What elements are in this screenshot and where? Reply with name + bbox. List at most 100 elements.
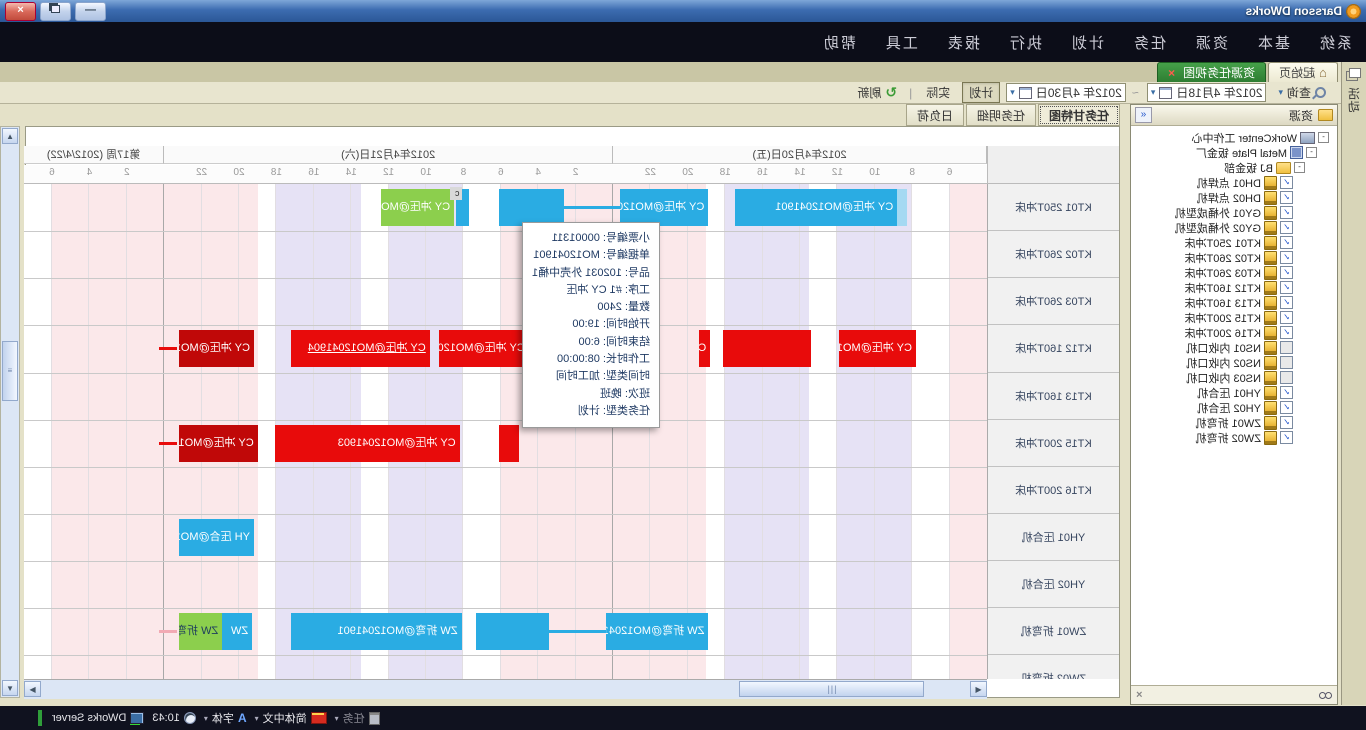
- date-to-field[interactable]: 2012年 4月30日 ▾: [1006, 83, 1126, 102]
- tree-checkbox[interactable]: ✓: [1280, 311, 1293, 324]
- task-bar-ZW01[interactable]: ZW: [222, 613, 252, 650]
- tree-checkbox[interactable]: ✓: [1280, 206, 1293, 219]
- task-bar-KT01[interactable]: CY 冲压@MO12041902: [381, 189, 454, 226]
- menu-item-系统[interactable]: 系统: [1304, 32, 1366, 53]
- panel-collapse-button[interactable]: «: [1135, 107, 1152, 123]
- tree-checkbox[interactable]: ✓: [1280, 176, 1293, 189]
- chevron-down-icon[interactable]: ▾: [1010, 87, 1015, 98]
- task-bar-KT15[interactable]: CY 冲压@MO12041903: [275, 425, 460, 462]
- tree-checkbox[interactable]: ✓: [1280, 236, 1293, 249]
- tree-item-KT03[interactable]: ✓KT03 260T冲床: [1131, 265, 1337, 280]
- menu-item-工具[interactable]: 工具: [870, 32, 932, 53]
- tree-item-KT15[interactable]: ✓KT15 200T冲床: [1131, 310, 1337, 325]
- tree-item-NS01[interactable]: NS01 内收口机: [1131, 340, 1337, 355]
- tree-checkbox[interactable]: [1280, 371, 1293, 384]
- scroll-down-arrow-icon[interactable]: ▼: [2, 680, 18, 696]
- date-from-field[interactable]: 2012年 4月18日 ▾: [1147, 83, 1267, 102]
- tree-item-KT16[interactable]: ✓KT16 200T冲床: [1131, 325, 1337, 340]
- chevron-down-icon[interactable]: ▾: [1151, 87, 1156, 98]
- view-tab-任务甘特图[interactable]: 任务甘特图: [1038, 104, 1120, 126]
- tree-checkbox[interactable]: [1280, 341, 1293, 354]
- tree-item-ZW01[interactable]: ✓ZW01 折弯机: [1131, 415, 1337, 430]
- task-bar-KT12[interactable]: CY 冲压@MO12041904: [179, 330, 254, 367]
- panel-close-icon[interactable]: ×: [1136, 689, 1142, 701]
- tree-checkbox[interactable]: ✓: [1280, 281, 1293, 294]
- task-bar-ZW01[interactable]: [159, 630, 178, 633]
- close-button[interactable]: ×: [5, 2, 36, 21]
- task-bar-YH01[interactable]: YH 压合@MO12041901: [179, 519, 254, 556]
- task-bar-KT15[interactable]: CY 冲压@MO12041903: [179, 425, 258, 462]
- menu-item-帮助[interactable]: 帮助: [808, 32, 870, 53]
- task-bar-KT01[interactable]: CY 冲压@MO12041901: [735, 189, 898, 226]
- tab-close-icon[interactable]: ×: [1168, 66, 1175, 80]
- menu-item-执行[interactable]: 执行: [994, 32, 1056, 53]
- tree-item-DH01[interactable]: ✓DH01 点焊机: [1131, 175, 1337, 190]
- tree-item-Metal[interactable]: -Metal Plate 钣金厂: [1131, 145, 1337, 160]
- task-bar-ZW01[interactable]: ZW 折弯@MO12041901: [606, 613, 709, 650]
- tree-item-DH02[interactable]: ✓DH02 点焊机: [1131, 190, 1337, 205]
- task-bar-KT12[interactable]: CY 冲压@MO12041904: [839, 330, 916, 367]
- tree-checkbox[interactable]: ✓: [1280, 221, 1293, 234]
- tree-item-KT01[interactable]: ✓KT01 250T冲床: [1131, 235, 1337, 250]
- tree-expander-icon[interactable]: -: [1306, 147, 1317, 158]
- tree-checkbox[interactable]: ✓: [1280, 431, 1293, 444]
- horizontal-scroll-thumb[interactable]: |||: [739, 681, 924, 697]
- view-tab-任务明细[interactable]: 任务明细: [966, 104, 1036, 126]
- restore-button[interactable]: [40, 2, 71, 21]
- tree-item-YH02[interactable]: ✓YH02 压合机: [1131, 400, 1337, 415]
- tree-checkbox[interactable]: ✓: [1280, 401, 1293, 414]
- task-bar-KT15[interactable]: [499, 425, 520, 462]
- tree-item-WorkCenter[interactable]: -WorkCenter 工作中心: [1131, 130, 1337, 145]
- tree-checkbox[interactable]: ✓: [1280, 191, 1293, 204]
- menu-item-资源[interactable]: 资源: [1180, 32, 1242, 53]
- menu-item-任务[interactable]: 任务: [1118, 32, 1180, 53]
- tree-checkbox[interactable]: ✓: [1280, 251, 1293, 264]
- scroll-up-arrow-icon[interactable]: ▲: [2, 128, 18, 144]
- status-font-item[interactable]: A 字体 ▾: [204, 710, 247, 726]
- task-bar-KT12[interactable]: [159, 347, 178, 350]
- tree-checkbox[interactable]: ✓: [1280, 416, 1293, 429]
- scroll-right-arrow-icon[interactable]: ▶: [24, 681, 41, 697]
- view-tab-日负荷[interactable]: 日负荷: [906, 104, 964, 126]
- task-bar-KT01[interactable]: [897, 189, 906, 226]
- menu-item-计划[interactable]: 计划: [1056, 32, 1118, 53]
- tree-item-KT13[interactable]: ✓KT13 160T冲床: [1131, 295, 1337, 310]
- tree-checkbox[interactable]: ✓: [1280, 386, 1293, 399]
- tree-item-NS03[interactable]: NS03 内收口机: [1131, 370, 1337, 385]
- task-bar-KT15[interactable]: [159, 442, 178, 445]
- task-bar-ZW01[interactable]: [477, 613, 550, 650]
- task-bar-KT01[interactable]: c: [450, 187, 461, 200]
- vertical-scrollbar[interactable]: ▲ ≡ ▼: [0, 126, 20, 698]
- task-bar-ZW01[interactable]: ZW 折弯@MO12041901: [179, 613, 222, 650]
- task-bar-KT12[interactable]: CY 冲压@MO12041904: [439, 330, 529, 367]
- dock-strip[interactable]: 活动: [1341, 62, 1366, 705]
- tree-checkbox[interactable]: ✓: [1280, 326, 1293, 339]
- task-bar-KT12[interactable]: C: [699, 330, 710, 367]
- menu-item-基本[interactable]: 基本: [1242, 32, 1304, 53]
- refresh-button[interactable]: ↻ 刷新: [851, 83, 903, 102]
- scroll-left-arrow-icon[interactable]: ◀: [970, 681, 987, 697]
- tree-checkbox[interactable]: ✓: [1280, 296, 1293, 309]
- find-binoculars-icon[interactable]: [1325, 692, 1332, 699]
- horizontal-scrollbar[interactable]: ◀ ||| ▶: [24, 679, 987, 699]
- task-bar-KT01[interactable]: [564, 206, 620, 209]
- tree-checkbox[interactable]: ✓: [1280, 266, 1293, 279]
- tree-item-YH01[interactable]: ✓YH01 压合机: [1131, 385, 1337, 400]
- tree-item-NS02[interactable]: NS02 内收口机: [1131, 355, 1337, 370]
- vertical-scroll-thumb[interactable]: ≡: [2, 341, 18, 401]
- minimize-button[interactable]: —: [75, 2, 106, 21]
- tree-item-GY02[interactable]: ✓GY02 外桶成型机: [1131, 220, 1337, 235]
- task-bar-ZW01[interactable]: [549, 630, 605, 633]
- tree-checkbox[interactable]: [1280, 356, 1293, 369]
- tab-resource-task-view[interactable]: 资源任务视图 ×: [1157, 62, 1266, 82]
- tree-expander-icon[interactable]: -: [1294, 162, 1305, 173]
- actual-button[interactable]: 实际: [920, 83, 956, 102]
- tree-item-GY01[interactable]: ✓GY01 外桶成型机: [1131, 205, 1337, 220]
- status-language-item[interactable]: 简体中文 ▾: [255, 710, 327, 726]
- tree-item-KT02[interactable]: ✓KT02 260T冲床: [1131, 250, 1337, 265]
- tree-item-KT12[interactable]: ✓KT12 160T冲床: [1131, 280, 1337, 295]
- task-bar-KT01[interactable]: CY 冲压@MO12041901: [621, 189, 709, 226]
- task-bar-KT12[interactable]: CY 冲压@MO12041904: [291, 330, 429, 367]
- task-bar-KT01[interactable]: [499, 189, 564, 226]
- tab-start-page[interactable]: ⌂ 起始页: [1268, 62, 1338, 82]
